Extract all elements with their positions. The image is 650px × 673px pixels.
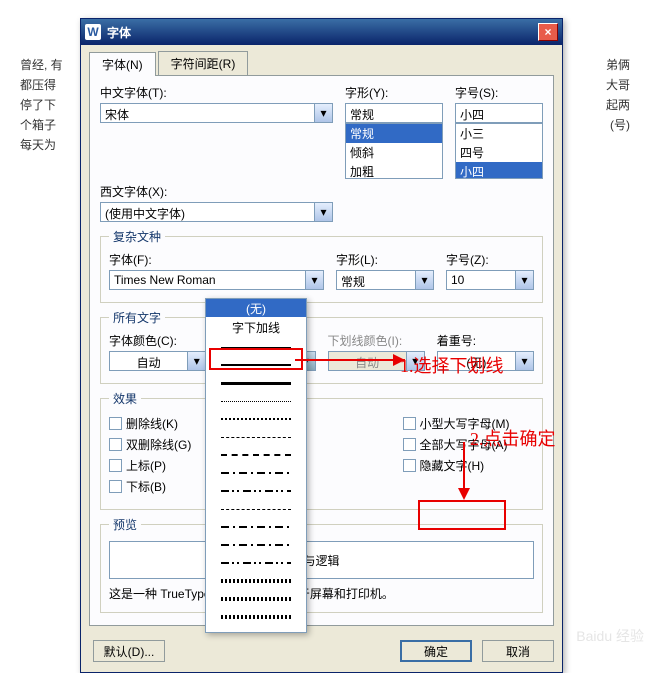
complex-size-combo[interactable]: 10 ▾ xyxy=(446,270,534,290)
complex-group: 复杂文种 字体(F): Times New Roman ▾ 字形(L): 常规 … xyxy=(100,228,543,303)
chevron-down-icon[interactable]: ▾ xyxy=(516,270,534,290)
preview-note: 这是一种 TrueType 字体，同时适用于屏幕和打印机。 xyxy=(109,585,534,602)
western-label: 西文字体(X): xyxy=(100,183,333,200)
annotation-text-2: 2.点击确定 xyxy=(470,425,556,451)
chevron-down-icon[interactable]: ▾ xyxy=(306,270,324,290)
underline-opt-dash-dot-dot-2[interactable] xyxy=(206,554,306,572)
list-item: 加粗 xyxy=(346,162,442,179)
style-label: 字形(Y): xyxy=(345,84,443,101)
preview-box: 与逻辑 xyxy=(109,541,534,579)
font-color-label: 字体颜色(C): xyxy=(109,332,206,349)
chevron-down-icon[interactable]: ▾ xyxy=(315,103,333,123)
cn-font-combo[interactable]: 宋体 ▾ xyxy=(100,103,333,123)
complex-font-label: 字体(F): xyxy=(109,251,324,268)
size-input[interactable]: 小四 xyxy=(455,103,543,123)
font-color-combo[interactable]: 自动 ▾ xyxy=(109,351,206,371)
underline-opt-dashed[interactable] xyxy=(206,428,306,446)
underline-opt-dash-dot-3[interactable] xyxy=(206,536,306,554)
underline-opt-dash-2[interactable] xyxy=(206,500,306,518)
dialog-title: 字体 xyxy=(107,24,131,41)
close-button[interactable]: × xyxy=(538,23,558,41)
default-button[interactable]: 默认(D)... xyxy=(93,640,165,662)
button-bar: 默认(D)... 确定 取消 xyxy=(81,634,562,672)
complex-style-label: 字形(L): xyxy=(336,251,434,268)
alltext-legend: 所有文字 xyxy=(109,309,165,326)
underline-opt-dotted-thick[interactable] xyxy=(206,410,306,428)
complex-font-combo[interactable]: Times New Roman ▾ xyxy=(109,270,324,290)
tab-spacing[interactable]: 字符间距(R) xyxy=(158,51,249,75)
preview-group: 预览 与逻辑 这是一种 TrueType 字体，同时适用于屏幕和打印机。 xyxy=(100,516,543,613)
underline-opt-dotted[interactable] xyxy=(206,392,306,410)
emphasis-label: 着重号: xyxy=(437,332,534,349)
tab-font[interactable]: 字体(N) xyxy=(89,52,156,76)
list-item: 小四 xyxy=(456,162,542,179)
list-item: 倾斜 xyxy=(346,143,442,162)
chevron-down-icon[interactable]: ▾ xyxy=(188,351,206,371)
underline-opt-dashed-long[interactable] xyxy=(206,446,306,464)
tab-strip: 字体(N) 字符间距(R) xyxy=(81,45,562,75)
underline-opt-bold[interactable] xyxy=(206,374,306,392)
complex-legend: 复杂文种 xyxy=(109,228,165,245)
underline-opt-dash-dot-2[interactable] xyxy=(206,518,306,536)
underline-opt-dash-dot-dot[interactable] xyxy=(206,482,306,500)
preview-sample: 与逻辑 xyxy=(303,552,339,569)
size-label: 字号(S): xyxy=(455,84,543,101)
ok-button[interactable]: 确定 xyxy=(400,640,472,662)
annotation-text-1: 1.选择下划线 xyxy=(400,352,504,378)
chevron-down-icon[interactable]: ▾ xyxy=(315,202,333,222)
list-item: 四号 xyxy=(456,143,542,162)
effects-legend: 效果 xyxy=(109,390,141,407)
style-input[interactable]: 常规 xyxy=(345,103,443,123)
underline-opt-words[interactable]: 字下加线 xyxy=(206,317,306,338)
watermark: Baidu 经验 xyxy=(576,626,644,646)
western-combo[interactable]: (使用中文字体) ▾ xyxy=(100,202,333,222)
chevron-down-icon[interactable]: ▾ xyxy=(516,351,534,371)
cancel-button[interactable]: 取消 xyxy=(482,640,554,662)
underline-opt-wave-3[interactable] xyxy=(206,608,306,626)
size-listbox[interactable]: 小三 四号 小四 xyxy=(455,123,543,179)
list-item: 常规 xyxy=(346,124,442,143)
complex-size-label: 字号(Z): xyxy=(446,251,534,268)
cn-font-label: 中文字体(T): xyxy=(100,84,333,101)
style-listbox[interactable]: 常规 倾斜 加粗 xyxy=(345,123,443,179)
preview-legend: 预览 xyxy=(109,516,141,533)
list-item: 小三 xyxy=(456,124,542,143)
complex-style-combo[interactable]: 常规 ▾ xyxy=(336,270,434,290)
chevron-down-icon[interactable]: ▾ xyxy=(416,270,434,290)
underline-opt-none[interactable]: (无) xyxy=(206,299,306,317)
underline-opt-wave[interactable] xyxy=(206,572,306,590)
underline-opt-dash-dot[interactable] xyxy=(206,464,306,482)
titlebar[interactable]: W 字体 × xyxy=(81,19,562,45)
app-icon: W xyxy=(85,24,101,40)
underline-opt-wave-2[interactable] xyxy=(206,590,306,608)
